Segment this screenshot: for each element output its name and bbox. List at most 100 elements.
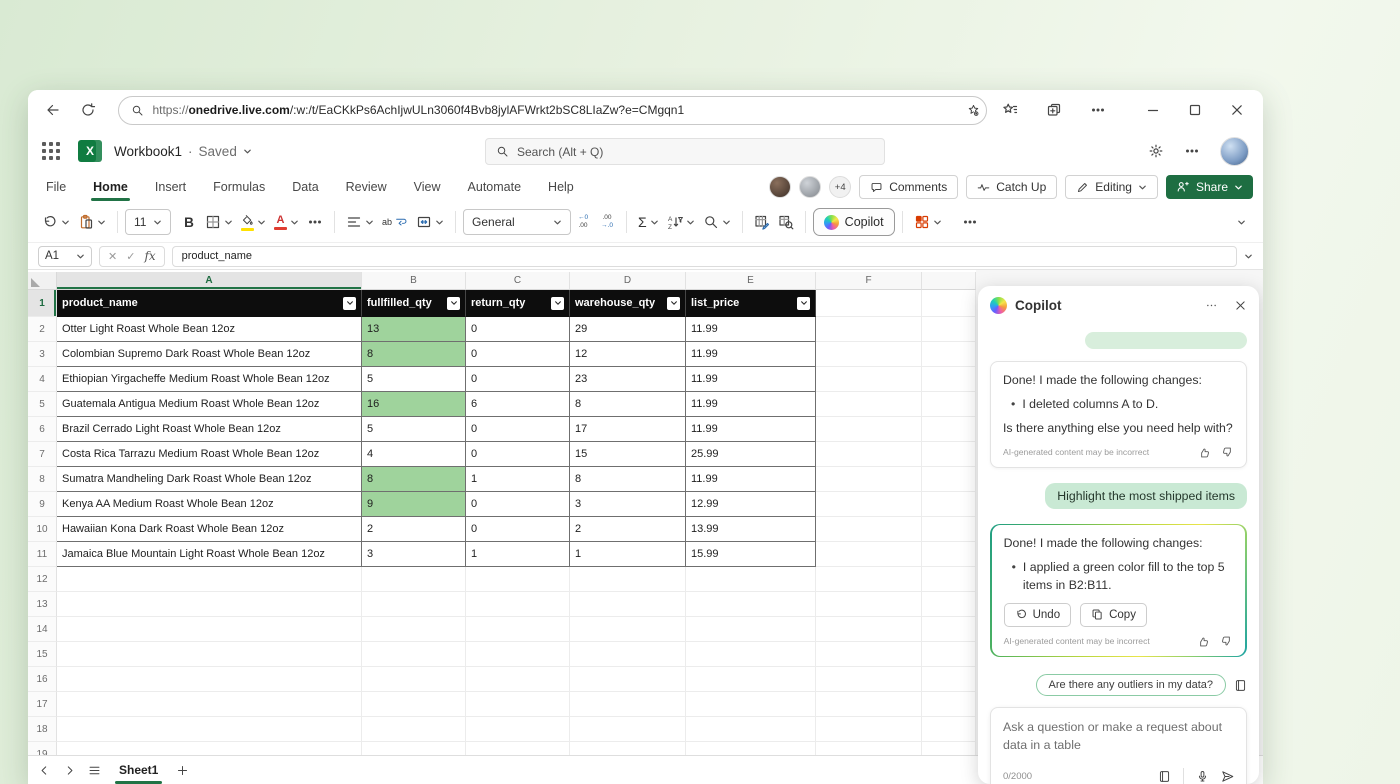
close-button[interactable] bbox=[1229, 102, 1245, 118]
insert-function-button[interactable]: fx bbox=[144, 249, 155, 263]
cell[interactable] bbox=[816, 667, 922, 692]
suggested-prompt-button[interactable]: Are there any outliers in my data? bbox=[1035, 674, 1226, 697]
tab-review[interactable]: Review bbox=[346, 172, 387, 202]
cell[interactable]: Ethiopian Yirgacheffe Medium Roast Whole… bbox=[57, 367, 362, 392]
cell[interactable]: Colombian Supremo Dark Roast Whole Bean … bbox=[57, 342, 362, 367]
cell[interactable]: 8 bbox=[362, 467, 466, 492]
cell[interactable] bbox=[686, 592, 816, 617]
cell[interactable]: 5 bbox=[362, 367, 466, 392]
filter-button-return_qty[interactable] bbox=[551, 296, 564, 310]
cell[interactable]: 6 bbox=[466, 392, 570, 417]
tab-data[interactable]: Data bbox=[292, 172, 318, 202]
cell[interactable] bbox=[466, 692, 570, 717]
borders-button[interactable] bbox=[201, 208, 237, 236]
cell[interactable] bbox=[362, 717, 466, 742]
cell[interactable] bbox=[57, 717, 362, 742]
cell[interactable] bbox=[362, 667, 466, 692]
cell[interactable] bbox=[922, 367, 976, 392]
wrap-text-button[interactable]: ab bbox=[378, 208, 412, 236]
row-header-12[interactable]: 12 bbox=[28, 567, 57, 592]
sheet-list-icon[interactable] bbox=[88, 764, 101, 777]
microphone-icon[interactable] bbox=[1196, 770, 1209, 783]
cell[interactable]: 11.99 bbox=[686, 367, 816, 392]
search-input[interactable]: Search (Alt + Q) bbox=[485, 138, 885, 165]
cell[interactable] bbox=[362, 592, 466, 617]
add-sheet-icon[interactable] bbox=[176, 764, 189, 777]
prompt-guide-icon[interactable] bbox=[1234, 679, 1247, 692]
cell[interactable]: Sumatra Mandheling Dark Roast Whole Bean… bbox=[57, 467, 362, 492]
cell[interactable] bbox=[686, 667, 816, 692]
cell[interactable]: 0 bbox=[466, 442, 570, 467]
catch-up-button[interactable]: Catch Up bbox=[966, 175, 1058, 199]
cell[interactable] bbox=[922, 667, 976, 692]
cell[interactable]: fullfilled_qty bbox=[362, 290, 466, 317]
cell[interactable] bbox=[570, 742, 686, 755]
collections-button[interactable] bbox=[1041, 97, 1067, 123]
cell[interactable] bbox=[466, 717, 570, 742]
cell[interactable]: 13.99 bbox=[686, 517, 816, 542]
cell[interactable] bbox=[686, 742, 816, 755]
address-bar[interactable]: https://onedrive.live.com/:w:/t/EaCKkPs6… bbox=[118, 95, 988, 125]
cell[interactable]: 17 bbox=[570, 417, 686, 442]
cell[interactable] bbox=[922, 742, 976, 755]
cell[interactable] bbox=[922, 617, 976, 642]
cell[interactable] bbox=[816, 692, 922, 717]
cell[interactable] bbox=[922, 567, 976, 592]
row-header-9[interactable]: 9 bbox=[28, 492, 57, 517]
column-header-A[interactable]: A bbox=[57, 272, 362, 290]
filter-button-fullfilled_qty[interactable] bbox=[447, 296, 460, 310]
cell[interactable] bbox=[466, 592, 570, 617]
cell[interactable]: 11.99 bbox=[686, 417, 816, 442]
cell[interactable] bbox=[362, 692, 466, 717]
row-header-15[interactable]: 15 bbox=[28, 642, 57, 667]
row-header-11[interactable]: 11 bbox=[28, 542, 57, 567]
cell[interactable] bbox=[816, 342, 922, 367]
minimize-button[interactable] bbox=[1145, 102, 1161, 118]
autosum-button[interactable]: Σ bbox=[634, 208, 663, 236]
cell[interactable]: 12 bbox=[570, 342, 686, 367]
cell[interactable] bbox=[816, 392, 922, 417]
cell[interactable] bbox=[570, 592, 686, 617]
prev-sheet-icon[interactable] bbox=[38, 764, 51, 777]
cell[interactable] bbox=[466, 567, 570, 592]
maximize-button[interactable] bbox=[1187, 102, 1203, 118]
cell[interactable] bbox=[922, 392, 976, 417]
formula-input[interactable]: product_name bbox=[171, 245, 1237, 267]
alignment-button[interactable] bbox=[342, 208, 378, 236]
tab-automate[interactable]: Automate bbox=[468, 172, 522, 202]
cell[interactable] bbox=[816, 492, 922, 517]
cell[interactable]: 0 bbox=[466, 317, 570, 342]
cell[interactable]: 25.99 bbox=[686, 442, 816, 467]
excel-logo[interactable]: X bbox=[78, 140, 102, 162]
toolbar-overflow-button[interactable] bbox=[958, 208, 982, 236]
column-header-E[interactable]: E bbox=[686, 272, 816, 290]
cell[interactable] bbox=[816, 742, 922, 755]
tab-view[interactable]: View bbox=[414, 172, 441, 202]
cell[interactable] bbox=[816, 417, 922, 442]
cell[interactable] bbox=[466, 617, 570, 642]
cell[interactable]: return_qty bbox=[466, 290, 570, 317]
cell[interactable]: 11.99 bbox=[686, 467, 816, 492]
cell[interactable] bbox=[57, 692, 362, 717]
merge-cells-button[interactable] bbox=[412, 208, 448, 236]
copilot-button[interactable]: Copilot bbox=[812, 208, 895, 236]
cell[interactable]: 2 bbox=[362, 517, 466, 542]
undo-button[interactable] bbox=[38, 208, 74, 236]
cell[interactable] bbox=[686, 692, 816, 717]
row-header-7[interactable]: 7 bbox=[28, 442, 57, 467]
cell[interactable]: 5 bbox=[362, 417, 466, 442]
find-button[interactable] bbox=[699, 208, 735, 236]
cell[interactable]: warehouse_qty bbox=[570, 290, 686, 317]
column-header-B[interactable]: B bbox=[362, 272, 466, 290]
ribbon-collapse-button[interactable] bbox=[1229, 208, 1253, 236]
collaborator-overflow-badge[interactable]: +4 bbox=[829, 176, 852, 198]
cell[interactable]: 1 bbox=[466, 542, 570, 567]
cell[interactable] bbox=[816, 567, 922, 592]
send-icon[interactable] bbox=[1221, 770, 1234, 783]
cell[interactable]: Costa Rica Tarrazu Medium Roast Whole Be… bbox=[57, 442, 362, 467]
cell[interactable] bbox=[816, 592, 922, 617]
next-sheet-icon[interactable] bbox=[63, 764, 76, 777]
cell[interactable] bbox=[922, 417, 976, 442]
cell[interactable]: 12.99 bbox=[686, 492, 816, 517]
cell[interactable] bbox=[686, 642, 816, 667]
